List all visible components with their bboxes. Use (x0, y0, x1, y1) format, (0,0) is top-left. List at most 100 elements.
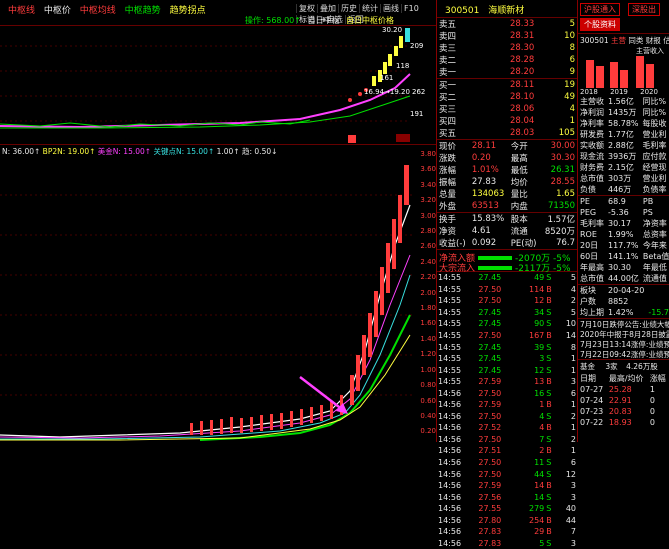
col-header: 日期 (578, 373, 607, 384)
tick-row[interactable]: 14:5627.8329B7 (437, 526, 577, 538)
stat-label: 财务费 (578, 162, 606, 173)
ask-row[interactable]: 卖四28.3110 (437, 30, 577, 42)
tick-row[interactable]: 14:5627.5614S3 (437, 491, 577, 503)
valuation-label: 20日 (578, 240, 606, 251)
bid-row[interactable]: 买一28.1119 (437, 79, 577, 92)
draw-button[interactable]: 画线 (380, 4, 401, 13)
ask-row[interactable]: 卖五28.335 (437, 18, 577, 30)
revenue-label: 主营收入 (636, 46, 664, 56)
tick-row[interactable]: 14:5527.4534S5 (437, 307, 577, 319)
tab-center-price[interactable]: 中枢价 (44, 6, 71, 16)
valuation-label: ROE (578, 229, 606, 240)
stat-label: 负债率 (641, 184, 669, 195)
quote-value: 1.01% (470, 164, 509, 176)
tab-center-trend[interactable]: 中枢趋势 (125, 6, 161, 16)
axis-tick: 1.00 (414, 363, 436, 378)
date-row[interactable]: 07-2422.910 (578, 395, 669, 406)
northbound-button[interactable]: 沪股通入 (580, 3, 620, 16)
quote-row: 净资4.61流通8520万 (437, 225, 577, 237)
tick-price: 27.55 (477, 503, 517, 515)
tick-row[interactable]: 14:5627.5016S6 (437, 387, 577, 399)
tick-volume: 12 (517, 295, 545, 307)
tab-center-line[interactable]: 中枢线 (8, 6, 35, 16)
tick-row[interactable]: 14:5627.504S2 (437, 411, 577, 423)
tick-row[interactable]: 14:5627.55279S40 (437, 503, 577, 515)
stats-button[interactable]: 统计 (359, 4, 380, 13)
news-item[interactable]: 7月22日09:42涨停:业绩预升 (578, 349, 669, 359)
info-table: 板块20-04-20户数8852均上期1.42%-15.7 (578, 284, 669, 318)
date-row[interactable]: 07-2218.930 (578, 417, 669, 428)
southbound-button[interactable]: 深股出 (628, 3, 660, 16)
restore-button[interactable]: 复权 (296, 4, 317, 13)
tick-row[interactable]: 14:5627.835S3 (437, 538, 577, 549)
tab-peers[interactable]: 同类 (628, 36, 643, 45)
stat-value: 2.15亿 (606, 162, 641, 173)
quote-value: 26.31 (540, 164, 577, 176)
news-item[interactable]: 7月23日13:14涨停:业绩预 (578, 339, 669, 349)
tab-center-ma[interactable]: 中枢均线 (80, 6, 116, 16)
tick-time: 14:55 (437, 307, 477, 319)
tab-report[interactable]: 财报 (646, 36, 661, 45)
tab-valuation[interactable]: 估值 (663, 36, 669, 45)
stock-info-button[interactable]: 个股资料 (580, 18, 620, 31)
axis-tick: 3.20 (414, 193, 436, 208)
news-item[interactable]: 7月10日跌停公告:业绩大幅 (578, 319, 669, 329)
bid-row[interactable]: 买三28.064 (437, 103, 577, 115)
quote-table: 现价28.11今开30.00 涨跌0.20最高30.30 涨幅1.01%最低26… (437, 140, 577, 250)
lower-chart[interactable]: N: 36.00↑ BP2N: 19.00↑ 美金N: 15.00↑ 关键点N:… (0, 144, 436, 442)
tick-row[interactable]: 14:5527.453S1 (437, 353, 577, 365)
tick-side: B (545, 284, 557, 296)
tick-price: 27.52 (477, 422, 517, 434)
overlay-button[interactable]: 叠加 (317, 4, 338, 13)
f10-button[interactable]: F10 (401, 4, 421, 13)
tick-count: 8 (557, 341, 577, 353)
axis-tick: 2.20 (414, 270, 436, 285)
right-panel: 沪股通入 个股资料 深股出 300501 主营 同类 财报 估值 主营收入 20… (578, 0, 669, 442)
tick-row[interactable]: 14:5527.50167B14 (437, 330, 577, 342)
flow-box: 净流入额-2070万 -5% 大宗流入-2117万 -5% (437, 250, 577, 272)
bid-row[interactable]: 买四28.041 (437, 115, 577, 127)
tick-row[interactable]: 14:5627.80254B44 (437, 514, 577, 526)
tick-row[interactable]: 14:5527.5913B3 (437, 376, 577, 388)
tick-row[interactable]: 14:5627.524B1 (437, 422, 577, 434)
axis-tick: 0.60 (414, 394, 436, 409)
stat-label: 毛利率 (641, 140, 669, 151)
tick-time: 14:56 (437, 468, 477, 480)
tick-row[interactable]: 14:5627.5011S6 (437, 457, 577, 469)
quote-value: 1.57亿 (540, 213, 577, 226)
ask-row[interactable]: 卖二28.286 (437, 54, 577, 66)
history-button[interactable]: 历史 (338, 4, 359, 13)
news-item[interactable]: 2020年中报于8月28日披露 (578, 329, 669, 339)
tick-row[interactable]: 14:5527.4539S8 (437, 341, 577, 353)
ask-row[interactable]: 卖一28.209 (437, 66, 577, 79)
tick-row[interactable]: 14:5627.591B1 (437, 399, 577, 411)
valuation-label: 总市值 (578, 273, 606, 284)
tab-code[interactable]: 300501 (580, 36, 609, 45)
date-row[interactable]: 07-2725.281 (578, 384, 669, 395)
tick-time: 14:56 (437, 526, 477, 538)
tab-trend-turn[interactable]: 趋势拐点 (170, 6, 206, 16)
tick-row[interactable]: 14:5527.50114B4 (437, 284, 577, 296)
tick-row[interactable]: 14:5627.507S2 (437, 434, 577, 446)
tick-volume: 4 (517, 422, 545, 434)
date-row[interactable]: 07-2320.830 (578, 406, 669, 417)
ask-price: 28.31 (479, 30, 536, 42)
tick-row[interactable]: 14:5627.5044S12 (437, 468, 577, 480)
stat-row: 研发费1.77亿营业利0.08 (578, 129, 669, 140)
ask-label: 卖一 (437, 66, 479, 79)
ask-row[interactable]: 卖三28.308 (437, 42, 577, 54)
bid-row[interactable]: 买五28.03105 (437, 127, 577, 140)
tick-row[interactable]: 14:5527.5012B2 (437, 295, 577, 307)
valuation-row: 60日141.1%Beta值 (578, 251, 669, 262)
tick-row[interactable]: 14:5527.4512S1 (437, 364, 577, 376)
tick-count: 6 (557, 457, 577, 469)
stat-value: 2.88亿 (606, 140, 641, 151)
quote-value: 30.30 (540, 152, 577, 164)
tick-row[interactable]: 14:5627.5914B3 (437, 480, 577, 492)
bid-row[interactable]: 买二28.1049 (437, 91, 577, 103)
bid-label: 买一 (437, 79, 479, 92)
tick-row[interactable]: 14:5527.4590S10 (437, 318, 577, 330)
tab-main[interactable]: 主营 (611, 36, 626, 45)
upper-chart[interactable]: 30.20 209 118 161 16.94→19.20 262 191 (0, 26, 436, 144)
tick-row[interactable]: 14:5627.512B1 (437, 445, 577, 457)
